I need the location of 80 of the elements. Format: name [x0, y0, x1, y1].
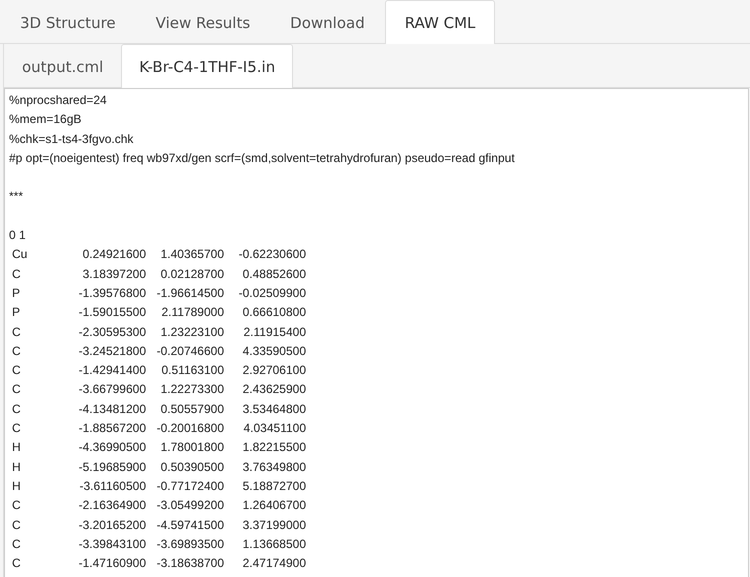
coordinate-value: 3.76349800	[242, 458, 306, 476]
coordinate-value: 4.33590500	[242, 342, 306, 360]
coordinate-value: 2.11789000	[160, 304, 224, 322]
coordinate-value: -3.39843100	[78, 536, 146, 553]
file-tab[interactable]: output.cml	[4, 44, 122, 88]
coordinate-value: 3.18397200	[82, 266, 146, 283]
coordinate-value: -1.39576800	[78, 284, 146, 302]
coordinate-value: 1.82215500	[242, 439, 306, 456]
coordinate-value: -0.20746600	[156, 342, 224, 360]
coordinate-value: -2.30595300	[78, 324, 146, 341]
coordinate-value: -3.69893500	[156, 536, 224, 553]
element-symbol: P	[12, 284, 22, 302]
element-symbol: C	[12, 536, 22, 553]
coordinate-value: -4.13481200	[78, 400, 146, 418]
coordinate-value: 5.18872700	[242, 478, 306, 495]
coordinate-value: 0.66610800	[242, 304, 306, 322]
coordinate-value: 1.26406700	[242, 497, 306, 514]
coordinate-value: -1.42941400	[78, 362, 146, 380]
element-symbol: C	[12, 266, 22, 283]
coordinate-value: 3.37199000	[242, 516, 306, 534]
input-line: #p opt=(noeigentest) freq wb97xd/gen scrf=(smd,solvent=tetrahydrofuran) pseudo=read gfinput	[9, 150, 516, 167]
coordinate-value: -0.02509900	[238, 284, 306, 302]
coordinate-value: -3.20165200	[78, 516, 146, 534]
coordinate-value: 0.02128700	[160, 266, 224, 283]
coordinate-value: -3.05499200	[156, 497, 224, 514]
element-symbol: C	[12, 362, 22, 380]
coordinate-value: -1.59015500	[78, 304, 146, 322]
element-symbol: P	[12, 304, 22, 322]
coordinate-value: 4.03451100	[242, 420, 306, 438]
coordinate-value: -1.47160900	[78, 555, 146, 572]
coordinate-value: -3.18638700	[156, 555, 224, 572]
coordinate-value: 0.50390500	[160, 458, 224, 476]
coordinate-value: 0.50557900	[160, 400, 224, 418]
element-symbol: H	[12, 478, 22, 495]
coordinate-value: 1.78001800	[160, 439, 224, 456]
element-symbol: H	[12, 439, 22, 456]
coordinate-value: 2.47174900	[242, 555, 306, 572]
coordinate-value: 1.13668500	[242, 536, 306, 553]
coordinate-value: -4.36990500	[78, 439, 146, 456]
coordinate-value: -4.59741500	[156, 516, 224, 534]
coordinate-value: -0.62230600	[238, 246, 306, 264]
coordinate-value: 1.22273300	[160, 381, 224, 398]
element-symbol: C	[12, 342, 22, 360]
coordinate-value: -3.66799600	[78, 381, 146, 398]
coordinate-value: -1.88567200	[78, 420, 146, 438]
element-symbol: C	[12, 497, 22, 514]
element-symbol: C	[12, 555, 22, 572]
coordinate-value: 2.11915400	[242, 324, 306, 341]
element-symbol: Cu	[12, 246, 28, 264]
coordinate-value: 1.23223100	[160, 324, 224, 341]
coordinate-value: -1.96614500	[156, 284, 224, 302]
charge-multiplicity-line: 0 1	[9, 227, 27, 244]
coordinate-value: -2.16364900	[78, 497, 146, 514]
element-symbol: C	[12, 381, 22, 398]
input-line: %nprocshared=24	[9, 92, 108, 109]
input-line: %mem=16gB	[9, 111, 82, 128]
coordinate-value: -0.20016800	[156, 420, 224, 438]
coordinate-value: 0.24921600	[82, 246, 146, 264]
tab[interactable]: RAW CML	[384, 0, 496, 44]
tab[interactable]: Download	[270, 0, 385, 44]
coordinate-value: 3.53464800	[242, 400, 306, 418]
element-symbol: C	[12, 516, 22, 534]
file-tab[interactable]: K-Br-C4-1THF-I5.in	[121, 44, 294, 88]
coordinate-value: 0.48852600	[242, 266, 306, 283]
coordinate-value: 0.51163100	[160, 362, 224, 380]
input-line: %chk=s1-ts4-3fgvo.chk	[9, 130, 134, 148]
coordinate-value: 2.43625900	[242, 381, 306, 398]
coordinate-value: -0.77172400	[156, 478, 224, 495]
element-symbol: C	[12, 400, 22, 418]
element-symbol: C	[12, 420, 22, 438]
coordinate-value: -3.61160500	[78, 478, 146, 495]
element-symbol: C	[12, 324, 22, 341]
coordinate-value: 1.40365700	[160, 246, 224, 264]
coordinate-value: -5.19685900	[78, 458, 146, 476]
tab[interactable]: View Results	[136, 0, 270, 44]
coordinate-value: -3.24521800	[78, 342, 146, 360]
tab[interactable]: 3D Structure	[0, 0, 136, 44]
title-line: ***	[9, 188, 24, 206]
element-symbol: H	[12, 458, 22, 476]
coordinate-value: 2.92706100	[242, 362, 306, 380]
